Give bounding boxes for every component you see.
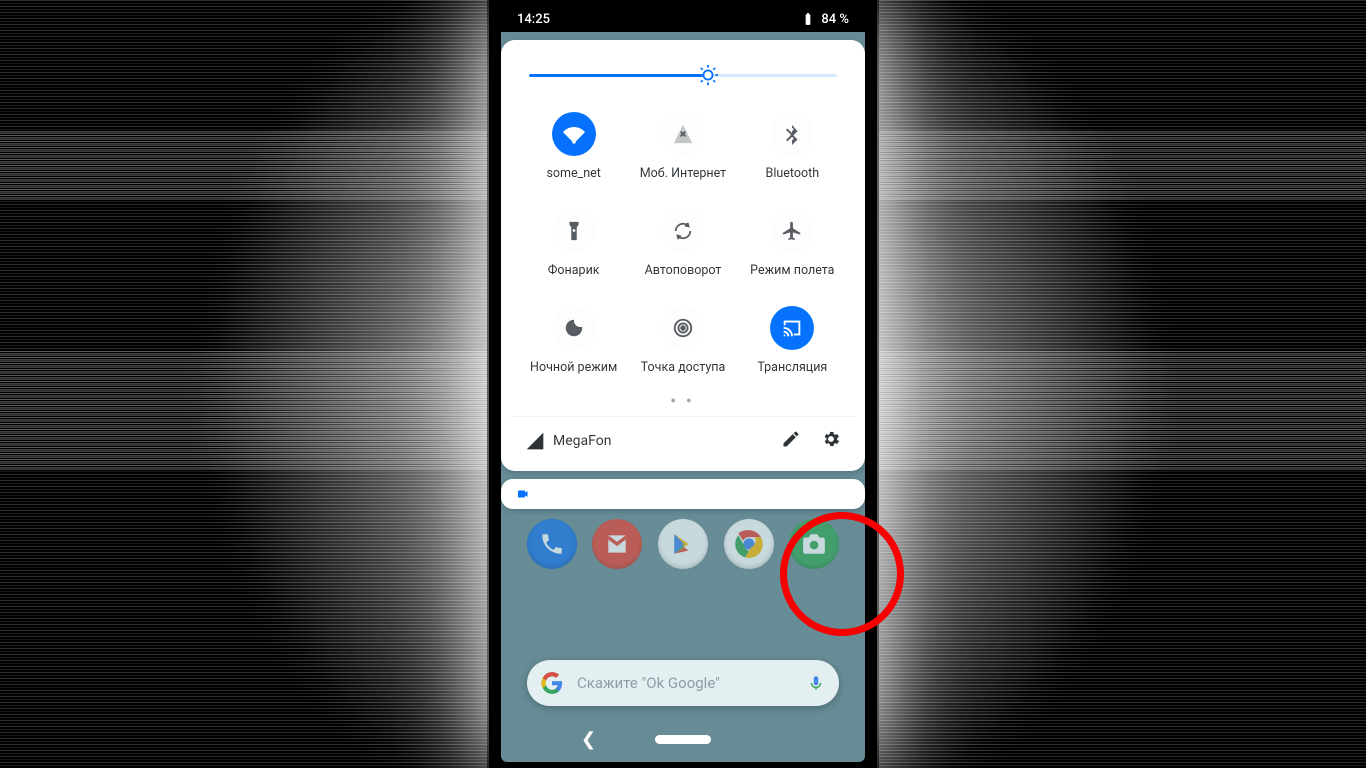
gear-icon	[821, 429, 841, 449]
tile-label: Трансляция	[757, 360, 827, 375]
phone-frame: 14:25 84 % some_net	[489, 0, 877, 768]
status-battery: 84 %	[821, 12, 849, 27]
app-chrome[interactable]	[724, 519, 774, 569]
tiles-grid: some_net Моб. Интернет Bluetooth Фонарик	[511, 100, 855, 381]
search-hint: Скажите "Оk Google"	[577, 674, 720, 692]
tile-label: Автоповорот	[645, 263, 722, 278]
tile-airplane-mode[interactable]: Режим полета	[738, 209, 847, 278]
tile-label: Точка доступа	[641, 360, 726, 375]
tile-label: Моб. Интернет	[640, 166, 726, 181]
nav-back-button[interactable]: ❮	[581, 729, 596, 750]
tile-bluetooth[interactable]: Bluetooth	[738, 112, 847, 181]
google-g-icon	[541, 672, 563, 694]
carrier-name: MegaFon	[553, 433, 611, 449]
mic-icon[interactable]	[807, 672, 825, 694]
page-indicator: ● ●	[511, 381, 855, 416]
app-camera[interactable]	[789, 519, 839, 569]
rotate-icon	[672, 220, 694, 242]
bluetooth-icon	[781, 123, 803, 145]
brightness-track	[529, 74, 837, 77]
moon-icon	[563, 317, 585, 339]
airplane-icon	[781, 220, 803, 242]
tile-mobile-data[interactable]: Моб. Интернет	[628, 112, 737, 181]
open-settings-button[interactable]	[821, 429, 841, 453]
tile-flashlight[interactable]: Фонарик	[519, 209, 628, 278]
tile-label: Bluetooth	[766, 166, 820, 181]
tile-night-mode[interactable]: Ночной режим	[519, 306, 628, 375]
tile-auto-rotate[interactable]: Автоповорот	[628, 209, 737, 278]
edit-tiles-button[interactable]	[781, 429, 801, 453]
nav-home-pill[interactable]	[655, 735, 711, 744]
app-play-store[interactable]	[658, 519, 708, 569]
home-dock	[501, 519, 865, 569]
pencil-icon	[781, 429, 801, 449]
tile-label: Ночной режим	[530, 360, 617, 375]
tile-hotspot[interactable]: Точка доступа	[628, 306, 737, 375]
brightness-slider[interactable]	[529, 58, 837, 92]
signal-icon	[525, 431, 545, 451]
tile-label: Фонарик	[548, 263, 600, 278]
tile-label: Режим полета	[750, 263, 834, 278]
mobile-data-icon	[672, 123, 694, 145]
video-icon	[515, 488, 531, 500]
hotspot-icon	[672, 317, 694, 339]
static-noise-background: 14:25 84 % some_net	[0, 0, 1366, 768]
app-gmail[interactable]	[592, 519, 642, 569]
google-search-bar[interactable]: Скажите "Оk Google"	[527, 660, 839, 706]
phone-screen: 14:25 84 % some_net	[501, 6, 865, 762]
notification-row[interactable]	[501, 479, 865, 509]
tile-label: some_net	[546, 166, 600, 181]
wifi-icon	[563, 123, 585, 145]
flashlight-icon	[563, 220, 585, 242]
status-time: 14:25	[517, 12, 550, 27]
status-bar: 14:25 84 %	[501, 6, 865, 32]
app-phone[interactable]	[527, 519, 577, 569]
battery-icon	[801, 12, 815, 26]
qs-footer: MegaFon	[511, 416, 855, 463]
tile-cast[interactable]: Трансляция	[738, 306, 847, 375]
nav-bar: ❮	[501, 716, 865, 762]
tile-wifi[interactable]: some_net	[519, 112, 628, 181]
quick-settings-panel: some_net Моб. Интернет Bluetooth Фонарик	[501, 40, 865, 471]
cast-icon	[781, 317, 803, 339]
brightness-thumb-icon[interactable]	[697, 64, 719, 86]
